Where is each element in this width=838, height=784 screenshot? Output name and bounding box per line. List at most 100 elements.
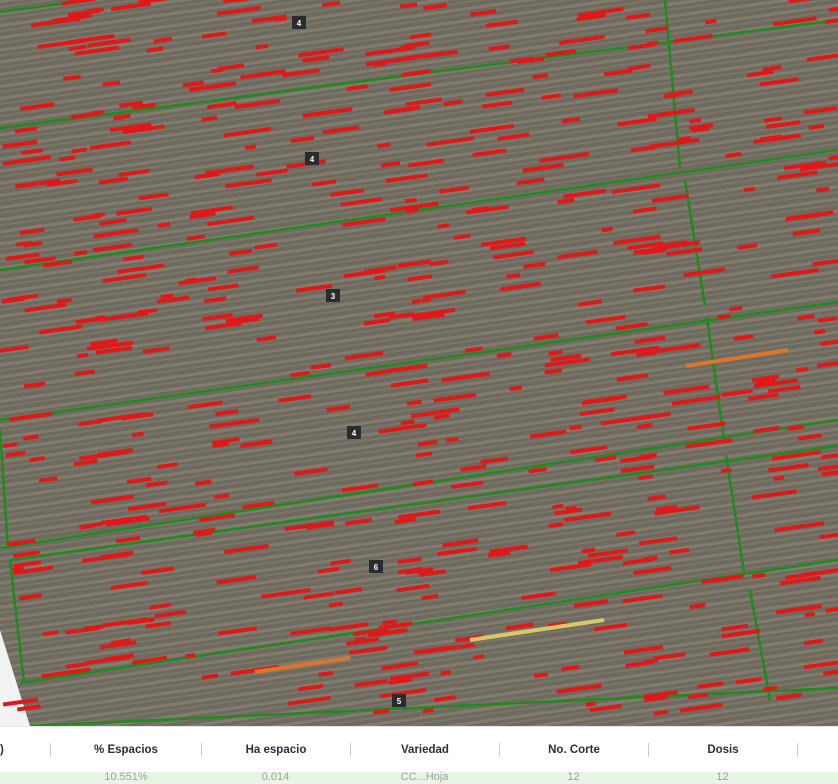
- lot-label-4a[interactable]: 4: [292, 16, 306, 29]
- gap-segment: [406, 399, 422, 406]
- gap-segment: [638, 452, 657, 460]
- lot-label-text: 5: [397, 697, 402, 706]
- gap-segment: [688, 692, 709, 700]
- gap-segment: [601, 226, 614, 233]
- gap-segment: [377, 142, 391, 149]
- gap-segment: [421, 593, 439, 601]
- table-row[interactable]: 10.551% 0.014 CC...Hoja 12 12: [0, 772, 838, 784]
- gap-segment: [71, 147, 88, 154]
- gap-segment: [472, 205, 490, 213]
- column-header-espacios[interactable]: % Espacios: [51, 744, 201, 756]
- gap-segment: [804, 611, 815, 618]
- gap-segment: [644, 658, 659, 664]
- gap-segment: [212, 441, 229, 448]
- gap-segment: [561, 116, 581, 124]
- gap-segment: [153, 36, 173, 44]
- gap-segment: [725, 151, 742, 159]
- gap-segment: [763, 685, 778, 692]
- gap-segment: [318, 670, 334, 677]
- lot-label-text: 3: [331, 292, 336, 301]
- gap-segment: [669, 547, 690, 555]
- lot-label-text: 4: [297, 19, 302, 28]
- gap-segment: [440, 670, 451, 676]
- gap-segment: [729, 305, 743, 312]
- gap-segment: [38, 476, 58, 483]
- gap-segment: [160, 293, 174, 300]
- lot-label-4b[interactable]: 4: [305, 152, 319, 165]
- gap-segment: [23, 240, 43, 248]
- column-header-ha-espacio[interactable]: Ha espacio: [202, 744, 350, 756]
- gap-segment: [821, 470, 838, 477]
- gap-segment: [157, 222, 171, 228]
- gap-segment: [399, 2, 418, 9]
- lot-label-text: 6: [374, 563, 379, 572]
- gap-segment: [638, 474, 653, 481]
- gap-segment: [83, 624, 104, 632]
- table-cell: [0, 772, 51, 784]
- gap-segment: [373, 708, 390, 715]
- gap-segment: [321, 0, 341, 8]
- gap-segment: [443, 99, 463, 106]
- gap-segment: [5, 450, 26, 458]
- gap-segment: [814, 329, 826, 335]
- lot-label-4c[interactable]: 4: [347, 426, 361, 439]
- table-cell-ha-espacio: 0.014: [261, 772, 290, 783]
- lot-label-5[interactable]: 5: [392, 694, 406, 707]
- gap-segment: [636, 423, 653, 430]
- column-header-dosis[interactable]: Dosis: [649, 744, 797, 756]
- gap-segment: [647, 494, 666, 501]
- gap-segment: [532, 73, 549, 80]
- gap-segment: [569, 424, 582, 431]
- gap-segment: [509, 385, 523, 392]
- gap-segment: [94, 315, 106, 321]
- gap-segment: [194, 479, 212, 486]
- gap-segment: [787, 424, 804, 431]
- gap-segment: [541, 93, 562, 100]
- gap-segment: [12, 566, 24, 572]
- table-header: ) % Espacios Ha espacio Variedad No. Cor…: [0, 726, 838, 773]
- column-header-no-corte[interactable]: No. Corte: [500, 744, 648, 756]
- gap-segment: [400, 419, 415, 426]
- lot-label-3[interactable]: 3: [326, 289, 340, 302]
- gap-segment: [641, 555, 658, 562]
- gap-segment: [146, 46, 164, 53]
- table-cell-variedad: CC...Hoja: [400, 772, 449, 783]
- gap-segment: [42, 630, 59, 637]
- gap-segment: [56, 297, 72, 304]
- gap-segment: [405, 207, 419, 214]
- table-cell-dosis: 12: [716, 772, 729, 783]
- gap-segment: [110, 638, 131, 646]
- gap-segment: [74, 369, 95, 377]
- lot-label-text: 4: [352, 429, 357, 438]
- gap-segment: [2, 442, 18, 449]
- gap-segment: [91, 212, 106, 219]
- gap-segment: [411, 297, 432, 304]
- lot-label-text: 4: [310, 155, 315, 164]
- gap-segment: [689, 117, 702, 124]
- gap-segment: [453, 233, 471, 240]
- gap-segment: [561, 664, 580, 672]
- gap-segment: [506, 272, 521, 279]
- gap-segment: [223, 0, 241, 4]
- gap-segment: [290, 370, 310, 378]
- gap-segment: [274, 16, 288, 22]
- gap-segment: [713, 576, 728, 583]
- gap-segment: [737, 243, 758, 250]
- gap-segment: [131, 431, 144, 438]
- gap-segment: [816, 186, 830, 193]
- gap-segment: [616, 530, 636, 537]
- gap-segment: [245, 144, 256, 150]
- column-header-variedad[interactable]: Variedad: [351, 744, 499, 756]
- gap-segment: [636, 350, 657, 357]
- field-map[interactable]: 4 4 3 4 6 5: [0, 0, 838, 726]
- gap-segment: [496, 352, 512, 359]
- gap-segment: [533, 672, 548, 679]
- gap-segment: [544, 368, 563, 375]
- gap-segment: [76, 352, 89, 359]
- gap-segment: [581, 547, 596, 554]
- gap-segment: [256, 335, 277, 342]
- column-header-prev[interactable]: ): [0, 744, 16, 756]
- lot-label-6[interactable]: 6: [369, 560, 383, 573]
- gap-segment: [548, 349, 563, 356]
- gap-segment: [528, 467, 547, 474]
